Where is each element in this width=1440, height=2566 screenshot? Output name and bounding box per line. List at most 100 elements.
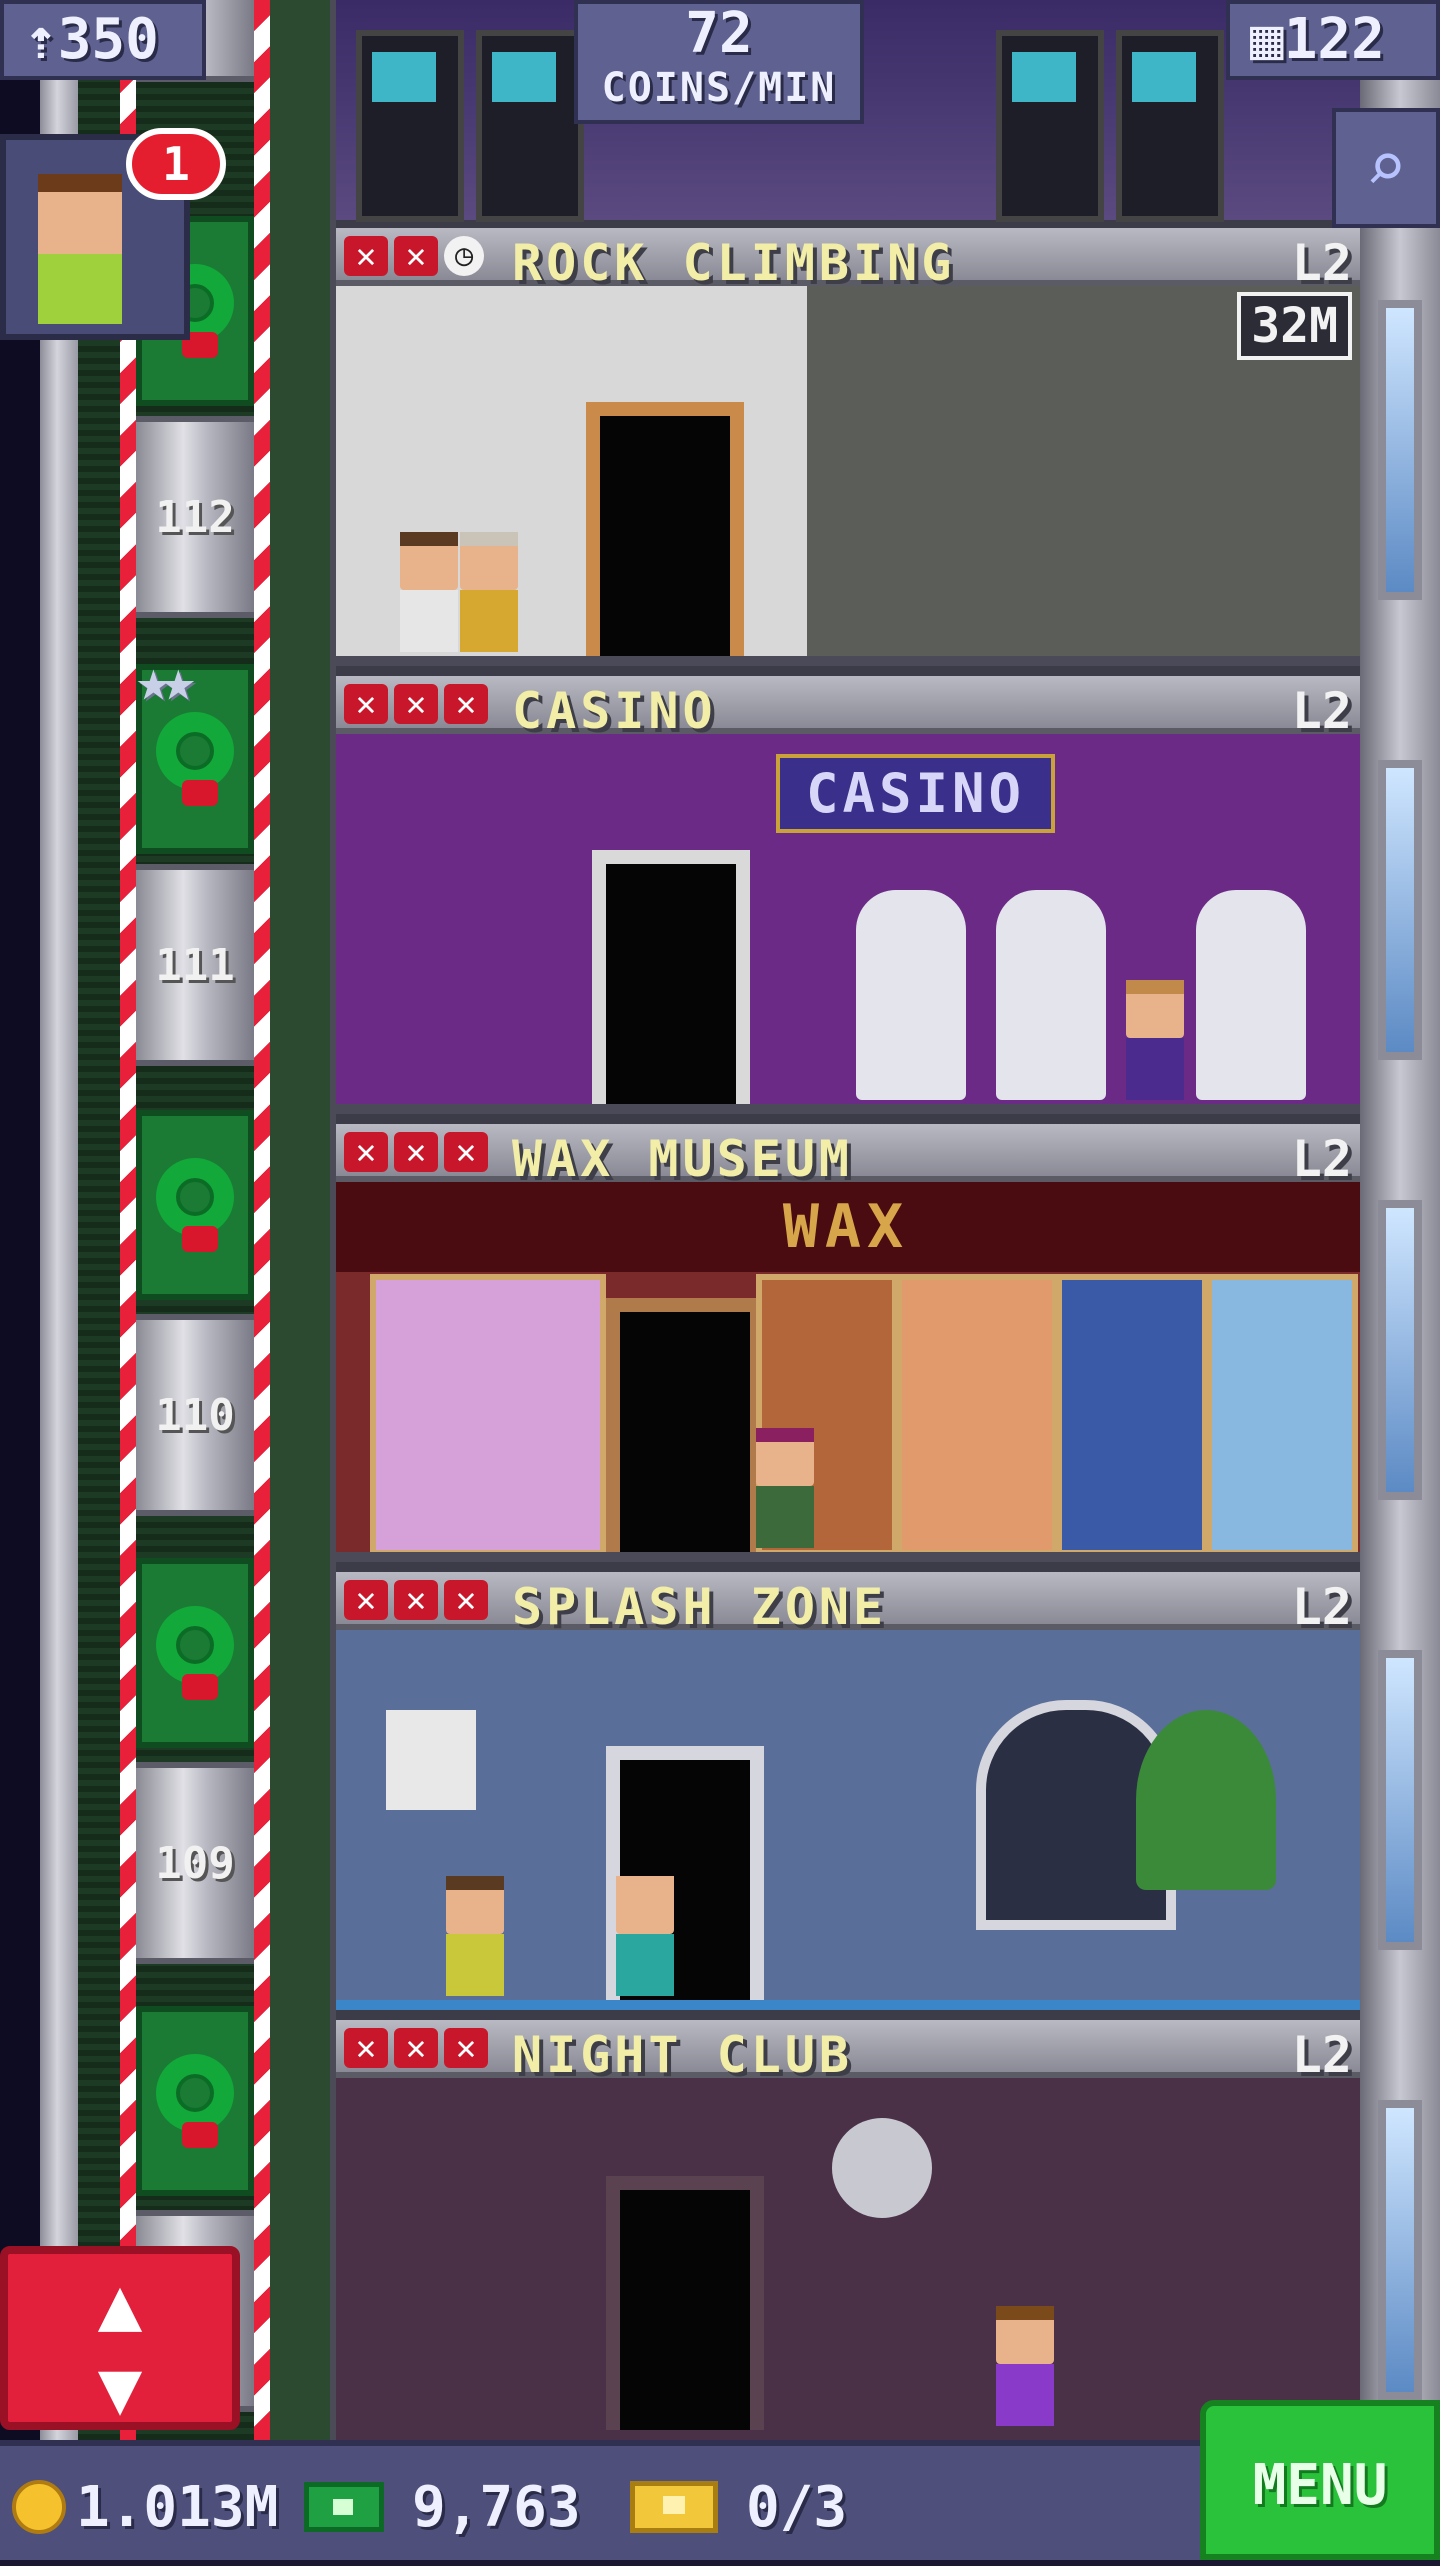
bow-icon (182, 1674, 218, 1700)
bow-icon (182, 780, 218, 806)
floor-rock-climbing[interactable]: ✕ ✕ ◷ ROCK CLIMBING L2 32M (336, 228, 1360, 676)
elevator-door-wreath[interactable] (136, 1558, 254, 1748)
exterior-window (1378, 1650, 1422, 1950)
wax-figure-booth (370, 1274, 606, 1556)
bitizen-character[interactable] (616, 1876, 674, 1996)
x-mark-icon: ✕ (344, 2028, 388, 2068)
coins-counter[interactable]: 1.013M (12, 2472, 278, 2542)
x-mark-icon: ✕ (394, 684, 438, 724)
floor-level: L2 (1291, 234, 1352, 292)
floor-name: ROCK CLIMBING (512, 234, 956, 292)
x-mark-icon: ✕ (444, 1132, 488, 1172)
floor-header[interactable]: ✕ ✕ ✕ CASINO L2 (336, 676, 1360, 740)
floor-name: NIGHT CLUB (512, 2026, 854, 2084)
shaft-floor-label: 111 (155, 940, 235, 991)
x-mark-icon: ✕ (444, 684, 488, 724)
floor-count-counter[interactable]: ▦122 (1226, 0, 1440, 80)
wreath-icon (156, 1158, 234, 1236)
x-mark-icon: ✕ (344, 236, 388, 276)
wax-sign: WAX (782, 1192, 910, 1262)
floor-header[interactable]: ✕ ✕ ◷ ROCK CLIMBING L2 (336, 228, 1360, 292)
arcade-machine (1116, 30, 1224, 222)
shaft-floor-112[interactable]: 112 (136, 416, 254, 618)
slot-machine (1196, 890, 1306, 1100)
arcade-machine (476, 30, 584, 222)
night-sky (0, 0, 40, 2440)
building-icon: ▦ (1250, 7, 1284, 72)
magnifier-icon: ⌕ (1364, 126, 1408, 208)
slot-machine (996, 890, 1106, 1100)
bitizen-character[interactable] (460, 532, 518, 652)
population-counter[interactable]: ⇡350 (0, 0, 206, 80)
coin-rate-label: COINS/MIN (601, 65, 837, 111)
shaft-floor-110[interactable]: 110 (136, 1314, 254, 1516)
x-mark-icon: ✕ (394, 2028, 438, 2068)
coin-rate-value: 72 (685, 1, 753, 66)
tickets-value: 0/3 (746, 2474, 848, 2540)
floor-header[interactable]: ✕ ✕ ✕ NIGHT CLUB L2 (336, 2020, 1360, 2084)
floor-wax-museum[interactable]: ✕ ✕ ✕ WAX MUSEUM L2 WAX (336, 1124, 1360, 1572)
elevator-door-wreath[interactable] (136, 2006, 254, 2196)
x-mark-icon: ✕ (444, 2028, 488, 2068)
bitizen-character[interactable] (1126, 980, 1184, 1100)
bow-icon (182, 2122, 218, 2148)
ticket-icon (630, 2481, 718, 2533)
star-rating-icon: ★★ (136, 646, 196, 714)
exterior-window (1378, 1200, 1422, 1500)
arcade-machine (356, 30, 464, 222)
floor-scene[interactable] (336, 2078, 1360, 2440)
floor-scene[interactable] (336, 1630, 1360, 2010)
up-down-arrows-icon: ▲ ▼ (97, 2261, 143, 2431)
coin-icon (12, 2480, 66, 2534)
floor-count-value: 122 (1283, 7, 1385, 72)
bitizen-character[interactable] (996, 2306, 1054, 2426)
floor-door (592, 850, 750, 1104)
disco-ball (832, 2118, 932, 2218)
floor-name: WAX MUSEUM (512, 1130, 854, 1188)
bitizen-character[interactable] (446, 1876, 504, 1996)
elevator-door-wreath[interactable] (136, 1110, 254, 1300)
coin-rate-display: 72 COINS/MIN (574, 0, 864, 124)
floor-level: L2 (1291, 1130, 1352, 1188)
floor-header[interactable]: ✕ ✕ ✕ SPLASH ZONE L2 (336, 1572, 1360, 1636)
x-mark-icon: ✕ (344, 684, 388, 724)
floor-level: L2 (1291, 1578, 1352, 1636)
x-mark-icon: ✕ (344, 1132, 388, 1172)
wax-figure-booth (1056, 1274, 1208, 1556)
exterior-window (1378, 300, 1422, 600)
shaft-floor-label: 112 (155, 492, 235, 543)
floor-scene[interactable]: WAX (336, 1182, 1360, 1562)
candy-cane-stripe-left (120, 0, 136, 2440)
coins-value: 1.013M (76, 2474, 279, 2540)
building-pillar (40, 0, 78, 2440)
stock-indicators: ✕ ✕ ✕ (344, 1580, 488, 1620)
person-icon: ⇡ (24, 7, 58, 72)
bux-value: 9,763 (412, 2474, 581, 2540)
bow-icon (182, 1226, 218, 1252)
tickets-counter[interactable]: 0/3 (630, 2472, 847, 2542)
wax-figure-booth (896, 1274, 1058, 1556)
floor-header[interactable]: ✕ ✕ ✕ WAX MUSEUM L2 (336, 1124, 1360, 1188)
floor-door (606, 2176, 764, 2430)
floor-casino[interactable]: ✕ ✕ ✕ CASINO L2 CASINO (336, 676, 1360, 1124)
floor-door (606, 1298, 764, 1552)
wall-poster (386, 1710, 476, 1810)
stock-indicators: ✕ ✕ ✕ (344, 2028, 488, 2068)
elevator-button[interactable]: ▲ ▼ (0, 2246, 240, 2430)
wreath-icon (156, 2054, 234, 2132)
floor-scene[interactable]: 32M (336, 286, 1360, 666)
floor-splash-zone[interactable]: ✕ ✕ ✕ SPLASH ZONE L2 (336, 1572, 1360, 2020)
bitizen-character[interactable] (400, 532, 458, 652)
candy-cane-stripe-right (254, 0, 270, 2440)
shaft-floor-111[interactable]: 111 (136, 864, 254, 1066)
bitizen-character[interactable] (756, 1428, 814, 1548)
search-button[interactable]: ⌕ (1332, 108, 1440, 228)
shaft-floor-109[interactable]: 109 (136, 1762, 254, 1964)
floor-scene[interactable]: CASINO (336, 734, 1360, 1114)
floor-level: L2 (1291, 2026, 1352, 2084)
elevator-door-wreath[interactable]: ★★ (136, 646, 254, 854)
bux-counter[interactable]: 9,763 (304, 2472, 581, 2542)
x-mark-icon: ✕ (444, 1580, 488, 1620)
menu-button[interactable]: MENU (1200, 2400, 1440, 2560)
x-mark-icon: ✕ (344, 1580, 388, 1620)
